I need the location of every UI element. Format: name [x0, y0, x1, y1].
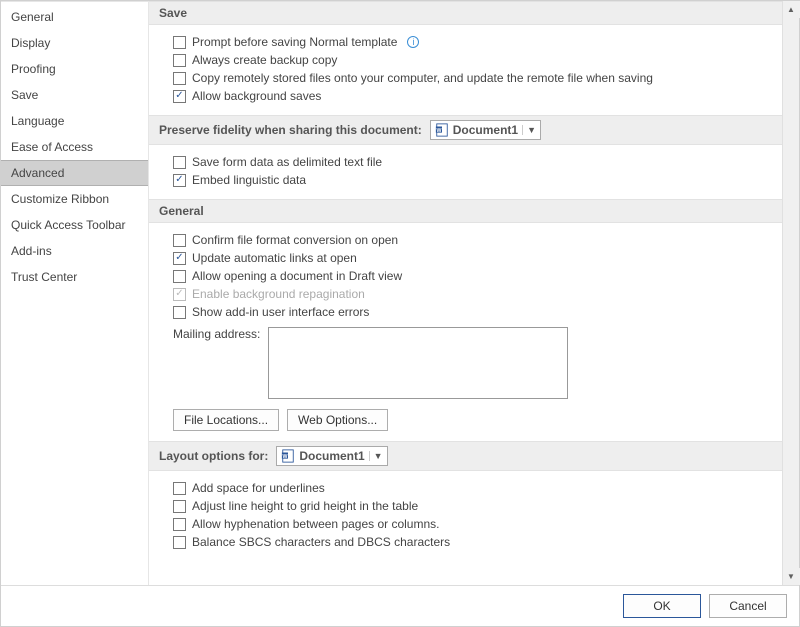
cancel-button[interactable]: Cancel	[709, 594, 787, 618]
dialog-footer: OK Cancel	[1, 585, 799, 626]
svg-text:W: W	[283, 454, 288, 460]
ok-button[interactable]: OK	[623, 594, 701, 618]
layout-options-dropdown[interactable]: W Document1 ▼	[276, 446, 387, 466]
sidebar-label: Proofing	[11, 62, 56, 76]
section-title: Layout options for:	[159, 449, 268, 463]
section-header-layout-options: Layout options for: W Document1 ▼	[149, 441, 782, 471]
checkbox-label: Allow background saves	[192, 89, 321, 103]
sidebar-label: Save	[11, 88, 38, 102]
checkbox-label: Update automatic links at open	[192, 251, 357, 265]
checkbox-balance-sbcs-dbcs[interactable]	[173, 536, 186, 549]
sidebar-item-add-ins[interactable]: Add-ins	[1, 238, 148, 264]
word-document-icon: W	[281, 449, 295, 463]
dialog-body: General Display Proofing Save Language E…	[1, 1, 799, 585]
section-header-save: Save	[149, 1, 782, 25]
checkbox-prompt-before-saving[interactable]	[173, 36, 186, 49]
checkbox-label: Allow hyphenation between pages or colum…	[192, 517, 440, 531]
sidebar-label: Add-ins	[11, 244, 52, 258]
scroll-down-button[interactable]: ▼	[783, 568, 800, 585]
checkbox-embed-linguistic[interactable]	[173, 174, 186, 187]
section-title: General	[159, 204, 204, 218]
checkbox-adjust-line-height[interactable]	[173, 500, 186, 513]
sidebar-label: Quick Access Toolbar	[11, 218, 126, 232]
sidebar-item-language[interactable]: Language	[1, 108, 148, 134]
checkbox-label: Show add-in user interface errors	[192, 305, 369, 319]
checkbox-label: Embed linguistic data	[192, 173, 306, 187]
checkbox-update-links[interactable]	[173, 252, 186, 265]
sidebar-item-quick-access-toolbar[interactable]: Quick Access Toolbar	[1, 212, 148, 238]
sidebar-item-ease-of-access[interactable]: Ease of Access	[1, 134, 148, 160]
checkbox-confirm-conversion[interactable]	[173, 234, 186, 247]
sidebar-label: Trust Center	[11, 270, 77, 284]
svg-text:W: W	[436, 128, 441, 134]
checkbox-label: Allow opening a document in Draft view	[192, 269, 402, 283]
checkbox-label: Copy remotely stored files onto your com…	[192, 71, 653, 85]
checkbox-add-space-underlines[interactable]	[173, 482, 186, 495]
mailing-address-label: Mailing address:	[173, 327, 260, 341]
info-icon[interactable]: i	[407, 36, 419, 48]
mailing-address-input[interactable]	[268, 327, 568, 399]
sidebar-label: General	[11, 10, 54, 24]
section-header-preserve-fidelity: Preserve fidelity when sharing this docu…	[149, 115, 782, 145]
section-body-general: Confirm file format conversion on open U…	[149, 223, 782, 439]
sidebar-label: Language	[11, 114, 64, 128]
chevron-down-icon: ▼	[369, 451, 383, 461]
web-options-button[interactable]: Web Options...	[287, 409, 388, 431]
checkbox-save-form-data[interactable]	[173, 156, 186, 169]
sidebar: General Display Proofing Save Language E…	[1, 1, 149, 585]
checkbox-allow-draft-view[interactable]	[173, 270, 186, 283]
section-body-preserve: Save form data as delimited text file Em…	[149, 145, 782, 197]
checkbox-label: Confirm file format conversion on open	[192, 233, 398, 247]
checkbox-show-addin-errors[interactable]	[173, 306, 186, 319]
word-document-icon: W	[435, 123, 449, 137]
sidebar-label: Customize Ribbon	[11, 192, 109, 206]
sidebar-item-advanced[interactable]: Advanced	[1, 160, 148, 186]
checkbox-label: Adjust line height to grid height in the…	[192, 499, 418, 513]
sidebar-item-general[interactable]: General	[1, 4, 148, 30]
preserve-fidelity-dropdown[interactable]: W Document1 ▼	[430, 120, 541, 140]
checkbox-label: Prompt before saving Normal template	[192, 35, 397, 49]
checkbox-enable-repagination	[173, 288, 186, 301]
checkbox-allow-background-saves[interactable]	[173, 90, 186, 103]
checkbox-label: Always create backup copy	[192, 53, 337, 67]
section-title: Save	[159, 6, 187, 20]
sidebar-label: Advanced	[11, 166, 64, 180]
scroll-content: Save Prompt before saving Normal templat…	[149, 1, 782, 585]
checkbox-label: Add space for underlines	[192, 481, 325, 495]
sidebar-label: Ease of Access	[11, 140, 93, 154]
checkbox-label: Balance SBCS characters and DBCS charact…	[192, 535, 450, 549]
section-header-general: General	[149, 199, 782, 223]
options-dialog: General Display Proofing Save Language E…	[0, 0, 800, 627]
sidebar-item-customize-ribbon[interactable]: Customize Ribbon	[1, 186, 148, 212]
sidebar-item-trust-center[interactable]: Trust Center	[1, 264, 148, 290]
chevron-down-icon: ▼	[522, 125, 536, 135]
checkbox-copy-remote[interactable]	[173, 72, 186, 85]
vertical-scrollbar[interactable]: ▲ ▼	[782, 1, 799, 585]
sidebar-label: Display	[11, 36, 50, 50]
sidebar-item-save[interactable]: Save	[1, 82, 148, 108]
section-body-layout: Add space for underlines Adjust line hei…	[149, 471, 782, 559]
scroll-up-button[interactable]: ▲	[783, 1, 800, 18]
main-panel: Save Prompt before saving Normal templat…	[149, 1, 799, 585]
checkbox-always-backup[interactable]	[173, 54, 186, 67]
dropdown-value: Document1	[299, 449, 364, 463]
checkbox-allow-hyphenation[interactable]	[173, 518, 186, 531]
checkbox-label: Enable background repagination	[192, 287, 365, 301]
section-body-save: Prompt before saving Normal template i A…	[149, 25, 782, 113]
file-locations-button[interactable]: File Locations...	[173, 409, 279, 431]
sidebar-item-proofing[interactable]: Proofing	[1, 56, 148, 82]
sidebar-item-display[interactable]: Display	[1, 30, 148, 56]
section-title: Preserve fidelity when sharing this docu…	[159, 123, 422, 137]
checkbox-label: Save form data as delimited text file	[192, 155, 382, 169]
dropdown-value: Document1	[453, 123, 518, 137]
